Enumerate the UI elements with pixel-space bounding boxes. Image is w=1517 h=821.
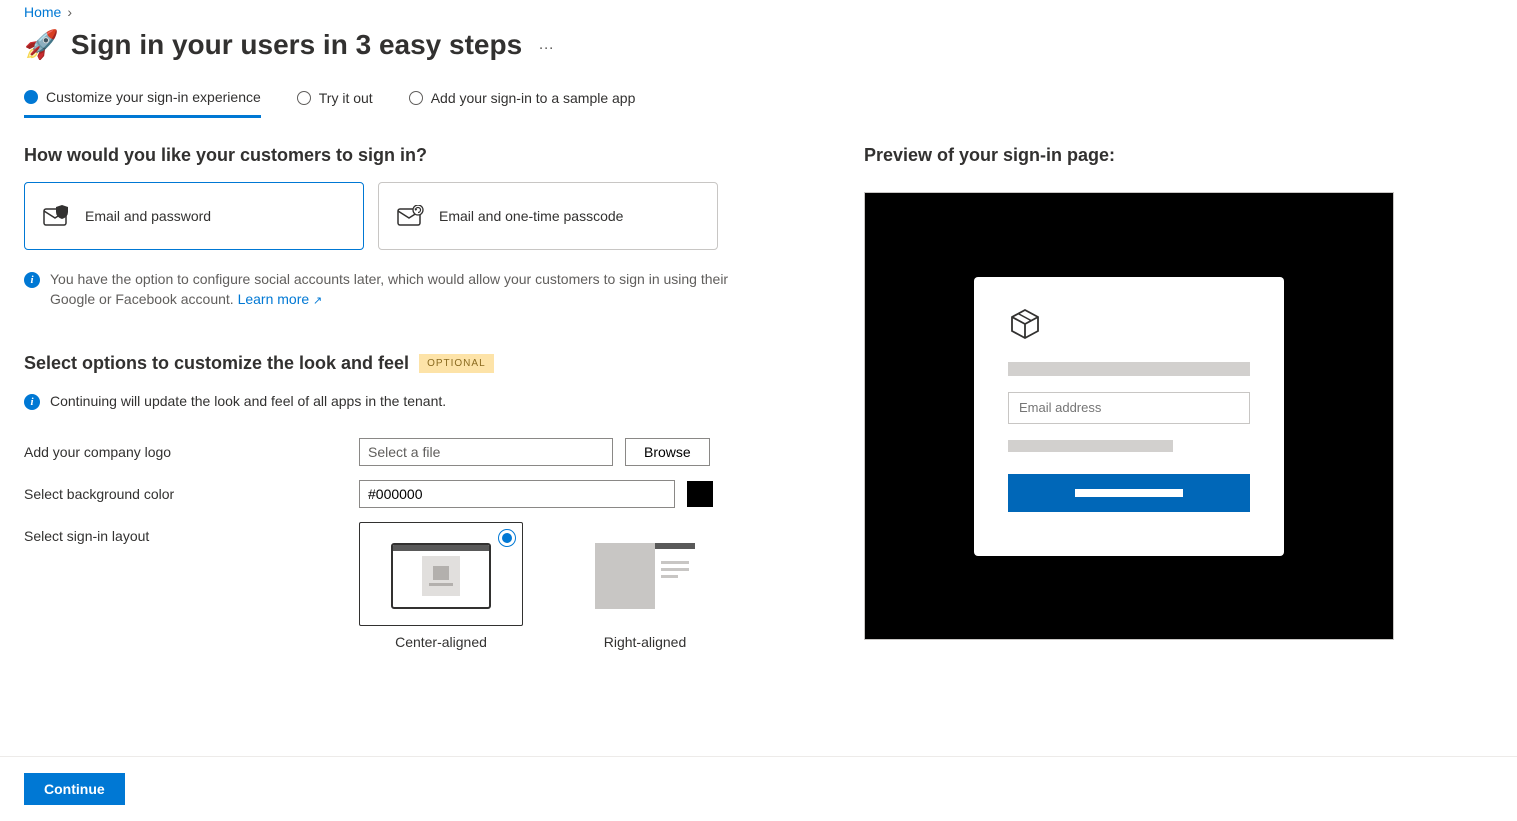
bg-color-input[interactable] <box>359 480 675 508</box>
package-icon <box>1008 307 1250 344</box>
step-tabs: Customize your sign-in experience Try it… <box>24 89 1493 117</box>
preview-placeholder-bar <box>1008 362 1250 376</box>
optional-badge: OPTIONAL <box>419 354 494 373</box>
option-email-password[interactable]: Email and password <box>24 182 364 250</box>
signin-heading: How would you like your customers to sig… <box>24 145 744 166</box>
preview-signin-card <box>974 277 1284 556</box>
info-icon: i <box>24 272 40 288</box>
preview-primary-button <box>1008 474 1250 512</box>
chevron-right-icon: › <box>67 4 72 20</box>
info-icon: i <box>24 394 40 410</box>
rocket-icon: 🚀 <box>24 28 59 61</box>
layout-option-label: Right-aligned <box>604 634 687 650</box>
layout-option-center[interactable]: Center-aligned <box>359 522 523 650</box>
continue-button[interactable]: Continue <box>24 773 125 805</box>
mail-refresh-icon <box>397 205 425 227</box>
page-title: Sign in your users in 3 easy steps <box>71 29 522 61</box>
radio-icon <box>498 529 516 547</box>
layout-label: Select sign-in layout <box>24 522 359 544</box>
footer: Continue <box>0 756 1517 821</box>
browse-button[interactable]: Browse <box>625 438 710 466</box>
step-try[interactable]: Try it out <box>297 89 373 117</box>
step-label: Try it out <box>319 90 373 106</box>
preview-box <box>864 192 1394 640</box>
logo-label: Add your company logo <box>24 438 359 460</box>
step-label: Add your sign-in to a sample app <box>431 90 636 106</box>
external-link-icon: ↗ <box>313 295 322 307</box>
info-text: You have the option to configure social … <box>50 270 744 309</box>
layout-option-right[interactable]: Right-aligned <box>563 522 727 650</box>
radio-icon <box>297 91 311 105</box>
preview-placeholder-bar <box>1008 440 1173 452</box>
layout-thumb-right-icon <box>595 543 695 609</box>
customize-heading: Select options to customize the look and… <box>24 353 409 374</box>
more-icon[interactable]: … <box>534 32 559 58</box>
preview-heading: Preview of your sign-in page: <box>864 145 1493 166</box>
color-swatch[interactable] <box>687 481 713 507</box>
radio-icon <box>409 91 423 105</box>
breadcrumb-home-link[interactable]: Home <box>24 4 61 20</box>
step-sample[interactable]: Add your sign-in to a sample app <box>409 89 636 117</box>
step-label: Customize your sign-in experience <box>46 89 261 105</box>
option-label: Email and one-time passcode <box>439 208 623 224</box>
layout-option-label: Center-aligned <box>395 634 487 650</box>
mail-shield-icon <box>43 205 71 227</box>
file-select-display[interactable]: Select a file <box>359 438 613 466</box>
preview-email-input <box>1008 392 1250 424</box>
learn-more-link[interactable]: Learn more ↗ <box>238 291 323 307</box>
option-label: Email and password <box>85 208 211 224</box>
option-email-passcode[interactable]: Email and one-time passcode <box>378 182 718 250</box>
bg-color-label: Select background color <box>24 480 359 502</box>
customize-info-text: Continuing will update the look and feel… <box>50 393 446 409</box>
layout-thumb-center-icon <box>391 543 491 609</box>
radio-icon <box>24 90 38 104</box>
breadcrumb: Home › <box>24 4 1493 20</box>
step-customize[interactable]: Customize your sign-in experience <box>24 89 261 118</box>
